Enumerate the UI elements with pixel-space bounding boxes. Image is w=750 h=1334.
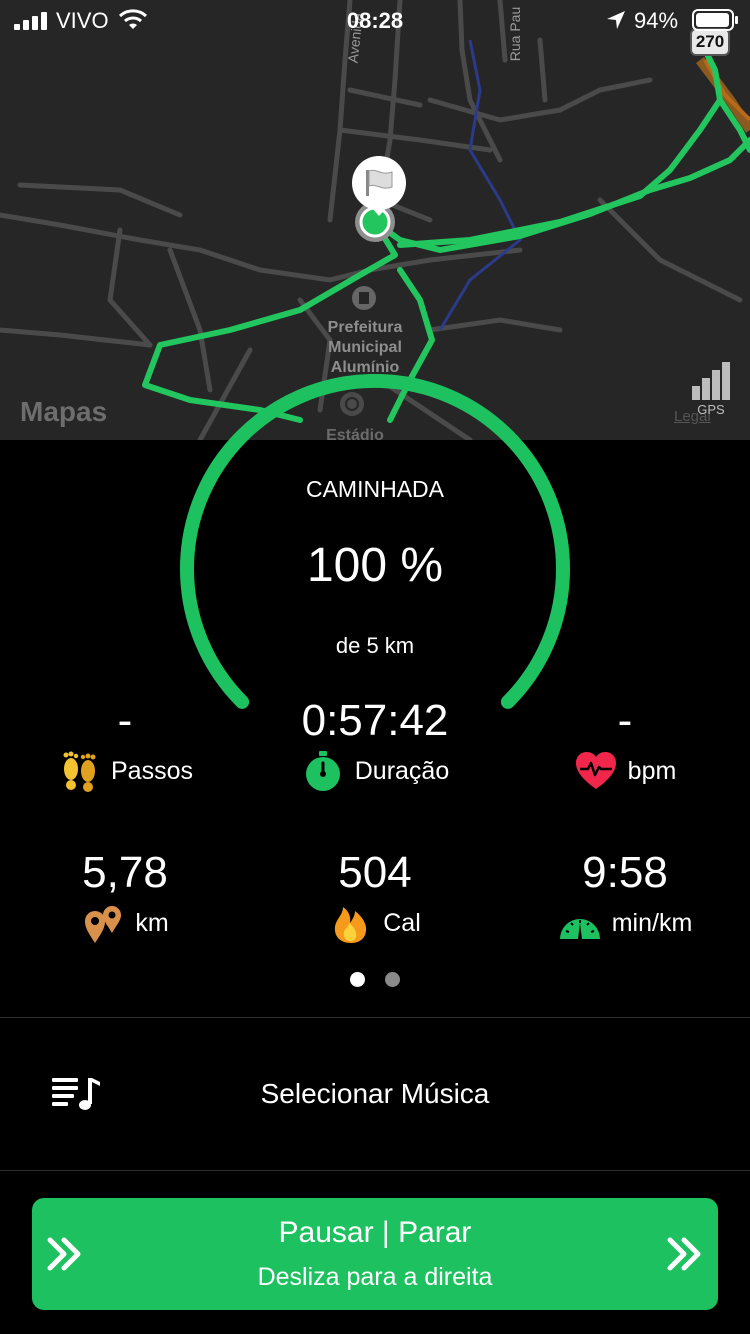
heart-rate-value: - [617, 696, 633, 745]
start-flag-marker[interactable] [350, 156, 408, 216]
calories-stat: 504 Cal [250, 846, 500, 946]
place-label-line1: Prefeitura [327, 319, 403, 336]
maps-brand-logo: Mapas [20, 396, 107, 428]
place-label-line2: Municipal [328, 339, 402, 356]
pace-label: min/km [611, 908, 693, 937]
steps-label: Passos [111, 756, 193, 785]
duration-value: 0:57:42 [301, 696, 449, 745]
calories-value: 504 [338, 848, 412, 897]
page-dot[interactable] [385, 972, 400, 987]
flame-icon [335, 907, 367, 943]
slider-subtitle: Desliza para a direita [257, 1263, 493, 1291]
heart-rate-label: bpm [627, 756, 677, 785]
battery-icon [692, 9, 738, 31]
steps-stat: - Passos [0, 694, 250, 794]
distance-label: km [135, 908, 169, 937]
location-arrow-icon [607, 11, 625, 29]
place-label: Prefeitura Municipal Alumínio [300, 318, 430, 378]
duration-label: Duração [354, 756, 450, 785]
heart-rate-stat: - bpm [500, 694, 750, 794]
status-bar: VIVO 08:28 94% [0, 0, 750, 40]
steps-value: - [117, 696, 133, 745]
double-chevron-right-icon [667, 1237, 701, 1271]
activity-type: CAMINHADA [305, 476, 444, 502]
gps-label: GPS [697, 402, 725, 417]
gps-signal-icon [692, 362, 730, 400]
distance-value: 5,78 [82, 848, 168, 897]
building-icon [352, 286, 376, 310]
slider-title: Pausar | Parar [278, 1216, 472, 1249]
location-pins-icon [85, 906, 122, 943]
gps-signal-indicator: GPS [690, 362, 732, 422]
select-music-row[interactable]: Selecionar Música [0, 1018, 750, 1170]
pace-stat: 9:58 min/km [500, 846, 750, 946]
pause-stop-slider[interactable]: Pausar | Parar Desliza para a direita [32, 1198, 718, 1310]
page-indicator[interactable] [0, 972, 750, 987]
calories-label: Cal [383, 908, 421, 937]
duration-stat: 0:57:42 Duração [250, 694, 500, 794]
speedometer-icon [559, 919, 600, 939]
page-dot-active[interactable] [350, 972, 365, 987]
footprints-icon [63, 751, 96, 792]
heart-rate-icon [575, 752, 616, 789]
maps-brand-text: Mapas [20, 396, 108, 427]
distance-stat: 5,78 km [0, 846, 250, 946]
divider [0, 1170, 750, 1171]
battery-percent: 94% [634, 8, 679, 33]
select-music-label: Selecionar Música [260, 1078, 490, 1109]
stopwatch-icon [305, 751, 340, 791]
progress-percent: 100 % [306, 539, 444, 592]
progress-goal: de 5 km [335, 633, 415, 658]
pace-value: 9:58 [582, 848, 668, 897]
